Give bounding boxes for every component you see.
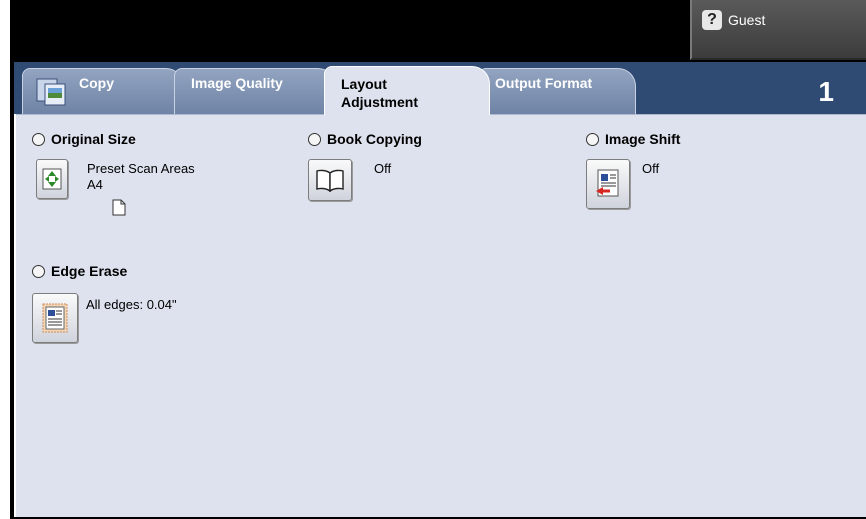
original-size-title[interactable]: Original Size — [32, 131, 136, 147]
tab-layout-adjustment[interactable]: Layout Adjustment — [324, 66, 490, 115]
edge-erase-label: Edge Erase — [51, 263, 128, 279]
book-copying-radio[interactable] — [308, 132, 321, 146]
copier-screen: ? Guest Copy Image Quality Output Format… — [0, 0, 866, 519]
edge-erase-value: All edges: 0.04" — [86, 297, 177, 312]
original-size-label: Original Size — [51, 131, 136, 147]
image-shift-value: Off — [642, 161, 660, 176]
tab-output-format[interactable]: Output Format — [478, 68, 636, 114]
book-copying-title[interactable]: Book Copying — [308, 131, 422, 147]
tab-copy-label: Copy — [79, 75, 114, 91]
original-size-value-line2: A4 — [87, 177, 103, 192]
tab-layout-line2: Adjustment — [341, 94, 418, 110]
original-size-button[interactable] — [36, 159, 68, 199]
copy-icon — [36, 78, 66, 106]
layout-adjustment-panel: Original Size Preset Scan Areas A4 Book … — [16, 114, 866, 517]
scan-area-icon — [42, 168, 62, 190]
edge-erase-icon — [42, 303, 68, 333]
tab-layout-line1: Layout — [341, 76, 387, 92]
original-size-value-line1: Preset Scan Areas — [87, 161, 195, 176]
guest-button[interactable]: ? Guest — [690, 0, 866, 60]
tab-bar: Copy Image Quality Output Format Layout … — [14, 62, 866, 115]
job-number: 1 — [818, 76, 834, 107]
original-size-radio[interactable] — [32, 132, 45, 146]
tab-image-quality-label: Image Quality — [191, 75, 283, 91]
book-copying-button[interactable] — [308, 159, 352, 201]
original-size-value: Preset Scan Areas A4 — [87, 161, 195, 193]
image-shift-label: Image Shift — [605, 131, 681, 147]
edge-erase-button[interactable] — [32, 293, 78, 343]
help-icon: ? — [702, 10, 722, 30]
image-shift-title[interactable]: Image Shift — [586, 131, 680, 147]
tab-copy[interactable]: Copy — [22, 68, 184, 114]
book-copying-value: Off — [374, 161, 392, 176]
tab-image-quality[interactable]: Image Quality — [174, 68, 336, 114]
tab-layout-adjustment-label: Layout Adjustment — [341, 75, 418, 111]
image-shift-radio[interactable] — [586, 132, 599, 146]
book-copying-label: Book Copying — [327, 131, 422, 147]
guest-label: Guest — [728, 12, 766, 28]
edge-erase-radio[interactable] — [32, 264, 45, 278]
edge-erase-title[interactable]: Edge Erase — [32, 263, 127, 279]
paper-orientation-icon — [112, 199, 126, 216]
image-shift-button[interactable] — [586, 159, 630, 209]
book-icon — [316, 169, 344, 192]
image-shift-icon — [596, 169, 619, 197]
tab-output-format-label: Output Format — [495, 75, 593, 91]
